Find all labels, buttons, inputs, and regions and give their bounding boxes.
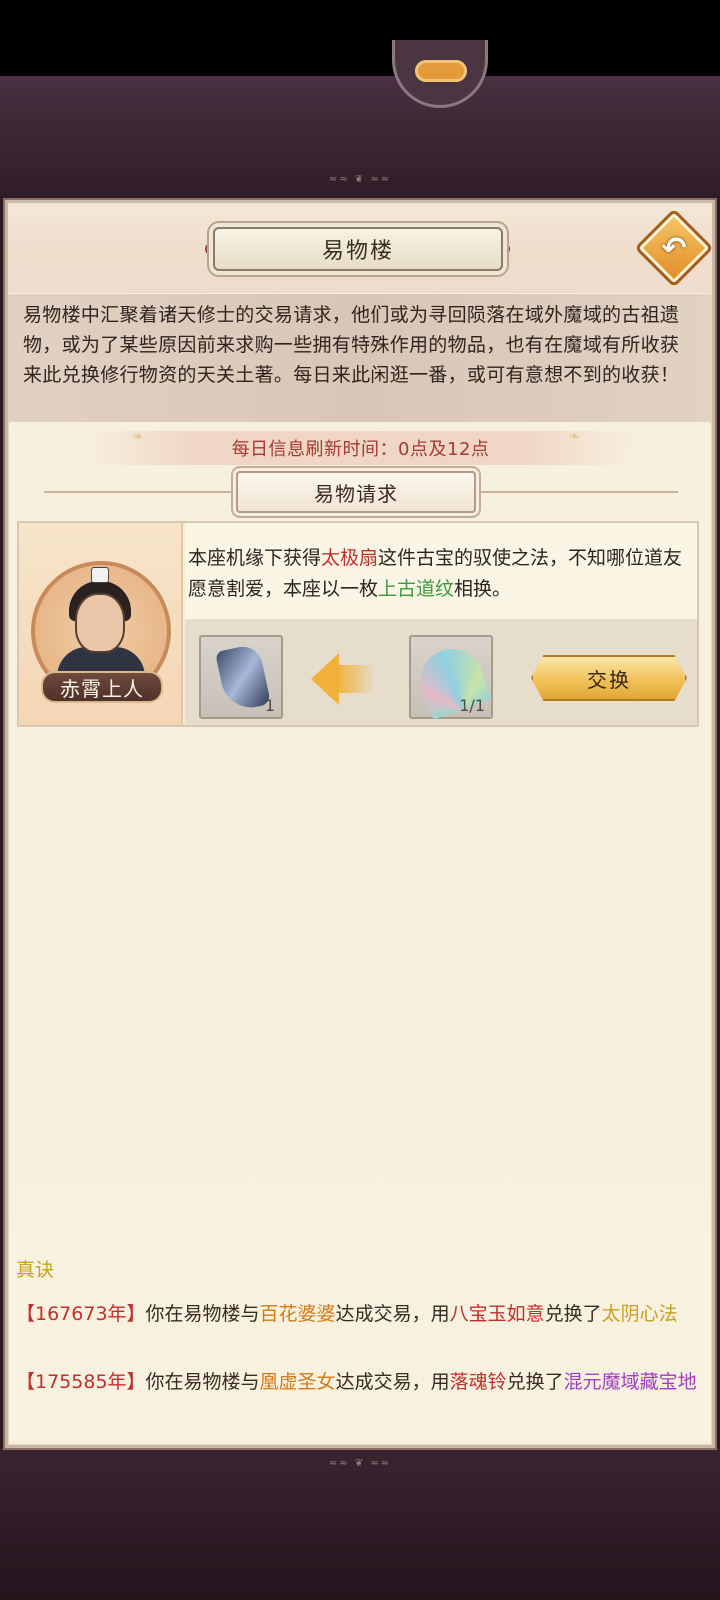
log-npc-name: 凰虚圣女: [259, 1371, 336, 1393]
page-title-text: 易物楼: [321, 239, 394, 264]
request-card: 赤霄上人 本座机缘下获得太极扇这件古宝的驭使之法，不知哪位道友愿意割爱，本座以一…: [17, 521, 699, 727]
dialog-part: 相换。: [454, 578, 512, 600]
log-text: 达成交易，用: [335, 1371, 450, 1393]
request-dialog-text: 本座机缘下获得太极扇这件古宝的驭使之法，不知哪位道友愿意割爱，本座以一枚上古道纹…: [188, 543, 693, 605]
exchange-button[interactable]: 交换: [531, 655, 687, 701]
log-text: 你在易物楼与: [145, 1303, 260, 1325]
trade-log[interactable]: 真诀 【167673年】你在易物楼与百花婆婆达成交易，用八宝玉如意兑换了太阴心法…: [16, 1245, 706, 1445]
section-title-text: 易物请求: [314, 481, 398, 506]
npc-avatar: [75, 593, 125, 653]
npc-name: 赤霄上人: [60, 676, 144, 701]
log-entry-text: 真诀: [16, 1255, 706, 1286]
log-npc-name: 百花婆婆: [259, 1303, 336, 1325]
ancient-rune-item-icon: [215, 643, 271, 713]
section-divider-right: [478, 491, 678, 493]
reward-item-slot[interactable]: 1: [199, 635, 283, 719]
log-entry: 【175585年】你在易物楼与凰虚圣女达成交易，用落魂铃兑换了混元魔域藏宝地: [16, 1367, 706, 1398]
log-received-item: 太阴心法: [601, 1303, 678, 1325]
npc-name-plate: 赤霄上人: [41, 671, 163, 703]
exchange-button-label: 交换: [587, 667, 631, 692]
offered-item-name: 上古道纹: [378, 578, 455, 600]
log-received-item: 混元魔域藏宝地: [563, 1371, 697, 1393]
log-entry: 真诀: [16, 1255, 706, 1286]
reward-item-count: 1: [264, 696, 275, 715]
ornament-divider-bottom: ≈≈ ❦ ≈≈: [328, 1458, 392, 1469]
log-text: 兑换了: [506, 1371, 564, 1393]
log-year: 【175585年】: [16, 1371, 146, 1393]
log-entry-text: 【175585年】你在易物楼与凰虚圣女达成交易，用落魂铃兑换了混元魔域藏宝地: [16, 1367, 706, 1398]
required-item-count: 1/1: [459, 696, 485, 715]
back-arrow-icon: ↶: [661, 230, 687, 266]
background-bottom: [0, 1448, 720, 1600]
log-received-item: 真诀: [16, 1259, 55, 1281]
log-entry-text: 【167673年】你在易物楼与百花婆婆达成交易，用八宝玉如意兑换了太阴心法: [16, 1299, 706, 1330]
log-text: 兑换了: [544, 1303, 602, 1325]
log-text: 达成交易，用: [335, 1303, 450, 1325]
refresh-info: 每日信息刷新时间：0点及12点: [88, 431, 633, 465]
intro-text: 易物楼中汇聚着诸天修士的交易请求，他们或为寻回陨落在域外魔域的古祖遗物，或为了某…: [23, 304, 680, 386]
log-given-item: 落魂铃: [449, 1371, 507, 1393]
request-dialog: 本座机缘下获得太极扇这件古宝的驭使之法，不知哪位道友愿意割爱，本座以一枚上古道纹…: [185, 523, 697, 619]
npc-portrait[interactable]: 赤霄上人: [19, 523, 183, 725]
log-entry: 【167673年】你在易物楼与百花婆婆达成交易，用八宝玉如意兑换了太阴心法: [16, 1299, 706, 1330]
log-text: 你在易物楼与: [145, 1371, 260, 1393]
trade-row: 1 1/1 交换: [185, 619, 697, 725]
section-title: 易物请求: [236, 471, 476, 513]
refresh-text: 每日信息刷新时间：0点及12点: [231, 439, 490, 460]
page-title: 易物楼: [213, 227, 503, 271]
status-bar: [0, 0, 720, 76]
required-item-slot[interactable]: 1/1: [409, 635, 493, 720]
intro-description: 易物楼中汇聚着诸天修士的交易请求，他们或为寻回陨落在域外魔域的古祖遗物，或为了某…: [8, 294, 712, 422]
wanted-item-name: 太极扇: [321, 547, 379, 569]
dialog-part: 本座机缘下获得: [188, 547, 322, 569]
exchange-arrow-icon: [311, 653, 339, 705]
npc-avatar-crown: [91, 567, 109, 583]
log-given-item: 八宝玉如意: [449, 1303, 545, 1325]
exchange-arrow-tail: [337, 665, 375, 693]
ornament-divider: ≈≈ ❦ ≈≈: [328, 174, 392, 185]
log-year: 【167673年】: [16, 1303, 146, 1325]
exchange-panel: 易物楼 ↶ 易物楼中汇聚着诸天修士的交易请求，他们或为寻回陨落在域外魔域的古祖遗…: [3, 198, 717, 1450]
section-divider-left: [44, 491, 236, 493]
